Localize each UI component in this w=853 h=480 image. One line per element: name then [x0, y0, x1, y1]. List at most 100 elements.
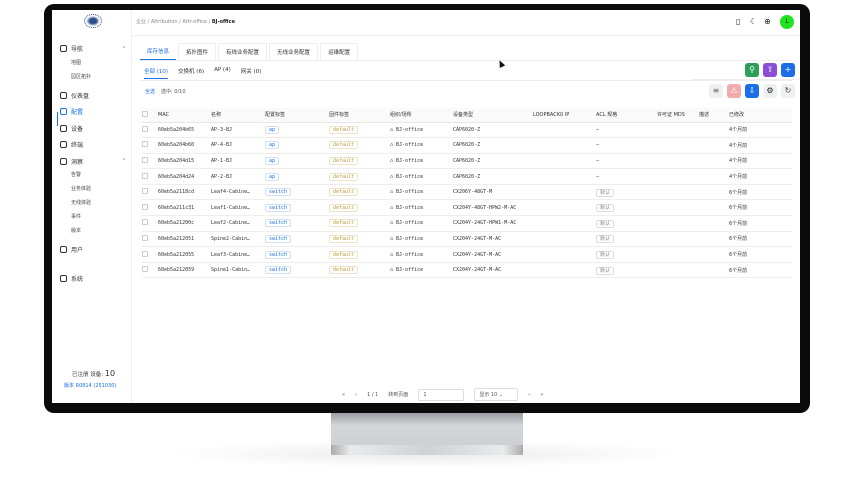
table-row[interactable]: 60eb5a204b60 AP-4-BJ ap default ⌂ BJ-office C… [142, 137, 792, 154]
delete-button[interactable]: ⚠ [727, 84, 741, 98]
sub-tab-3[interactable]: 网关 (0) [241, 67, 262, 79]
row-checkbox[interactable] [142, 188, 148, 195]
row-checkbox[interactable] [142, 125, 148, 132]
sidebar-subitem[interactable]: 版本 [71, 227, 81, 234]
sidebar-subitem[interactable]: 告警 [71, 171, 81, 178]
prev-page-button[interactable]: ‹ [355, 392, 357, 398]
name-cell[interactable]: Leaf4-Cabine… [211, 184, 265, 201]
row-checkbox-cell[interactable] [142, 184, 158, 201]
row-checkbox-cell[interactable] [142, 199, 158, 217]
row-checkbox-cell[interactable] [142, 168, 158, 185]
export-button[interactable]: ⇩ [745, 84, 759, 98]
tab-1[interactable]: 拓扑图件 [178, 43, 217, 60]
table-row[interactable]: 60eb5a204d24 AP-2-BJ ap default ⌂ BJ-office C… [142, 168, 792, 185]
name-cell[interactable]: AP-4-BJ [211, 137, 265, 154]
sub-tab-0[interactable]: 全部 (10) [144, 67, 169, 79]
tab-0[interactable]: 库存信息 [140, 43, 177, 60]
row-checkbox[interactable] [142, 203, 148, 210]
row-checkbox[interactable] [142, 266, 148, 273]
sidebar-subitem[interactable]: 事件 [71, 213, 81, 220]
row-checkbox[interactable] [142, 172, 148, 179]
table-row[interactable]: 60eb5a21200c Leaf2-Cabine… switch default ⌂ … [142, 215, 792, 232]
column-header[interactable]: 设备类型 [453, 108, 533, 123]
sidebar-item-6[interactable]: 用户 [60, 245, 126, 254]
last-page-button[interactable]: » [540, 392, 543, 398]
name-cell[interactable]: AP-3-BJ [211, 122, 265, 139]
select-all-checkbox[interactable] [142, 108, 158, 123]
tab-2[interactable]: 有线业务配置 [218, 43, 268, 60]
table-row[interactable]: 60eb5a2118cd Leaf4-Cabine… switch default ⌂ … [142, 184, 792, 201]
column-header[interactable]: 组织/场所 [390, 108, 453, 123]
sidebar-item-7[interactable]: 系统 [60, 274, 126, 283]
sidebar-subitem[interactable]: 地图 [71, 59, 81, 66]
sidebar-item-2[interactable]: 配置 [60, 107, 126, 116]
sidebar-subitem[interactable]: 无线体验 [71, 199, 91, 206]
table-row[interactable]: 60eb5a212051 Spine2-Cabin… switch default ⌂ … [142, 231, 792, 248]
column-header[interactable]: LOOPBACK0 IP [533, 108, 596, 123]
goto-page-input[interactable]: 1 [418, 388, 465, 401]
add-button[interactable]: + [781, 63, 795, 77]
checkbox[interactable] [142, 110, 148, 117]
breadcrumb-item[interactable]: Attribution [151, 19, 178, 25]
first-page-button[interactable]: « [342, 392, 345, 398]
breadcrumb-item[interactable]: Attr-office [182, 19, 207, 25]
column-header[interactable]: MAC [158, 108, 211, 123]
name-cell[interactable]: Spine1-Cabin… [211, 262, 265, 279]
column-header[interactable]: ACL 规格 [596, 108, 657, 123]
avatar[interactable]: L [780, 15, 794, 29]
row-checkbox-cell[interactable] [142, 246, 158, 263]
next-page-button[interactable]: › [528, 392, 530, 398]
tab-4[interactable]: 运维配置 [320, 43, 359, 60]
moon-icon[interactable]: ☾ [750, 18, 758, 26]
refresh-button[interactable]: ↻ [781, 84, 795, 98]
sub-tab-2[interactable]: AP (4) [214, 67, 231, 79]
column-header[interactable]: 配置标签 [265, 108, 329, 123]
settings-button[interactable]: ⚙ [763, 84, 777, 98]
select-all-link[interactable]: 全选 [145, 89, 155, 95]
page-size-select[interactable]: 显示 10 ⌄ [474, 388, 519, 401]
column-header[interactable]: 描述 [699, 108, 729, 123]
row-checkbox-cell[interactable] [142, 262, 158, 279]
row-checkbox-cell[interactable] [142, 215, 158, 232]
version-link[interactable]: 版本 R0814 (251030) [64, 382, 116, 389]
sidebar-item-5[interactable]: 洞察 ⌃ [60, 157, 126, 166]
name-cell[interactable]: Leaf3-Cabine… [211, 246, 265, 263]
upload-button[interactable]: ⇪ [763, 63, 777, 77]
breadcrumb-item[interactable]: 企业 [136, 19, 146, 25]
sidebar-item-0[interactable]: 导航 ⌃ [60, 44, 126, 53]
row-checkbox[interactable] [142, 156, 148, 163]
row-checkbox[interactable] [142, 250, 148, 257]
name-cell[interactable]: Leaf1-Cabine… [211, 199, 265, 217]
table-row[interactable]: 60eb5a211c31 Leaf1-Cabine… switch default ⌂ … [142, 199, 792, 217]
row-checkbox-cell[interactable] [142, 137, 158, 154]
row-checkbox[interactable] [142, 219, 148, 226]
name-cell[interactable]: Leaf2-Cabine… [211, 215, 265, 232]
name-cell[interactable]: Spine2-Cabin… [211, 231, 265, 248]
name-cell[interactable]: AP-2-BJ [211, 168, 265, 185]
sidebar-item-1[interactable]: 仪表盘 [60, 91, 126, 100]
row-checkbox-cell[interactable] [142, 231, 158, 248]
filter-button[interactable]: ≡ [709, 84, 723, 98]
column-header[interactable]: 名称 [211, 108, 265, 123]
column-header[interactable]: 已修改 [729, 108, 792, 123]
sidebar-item-3[interactable]: 设备 [60, 124, 126, 133]
table-row[interactable]: 60eb5a212059 Spine1-Cabin… switch default ⌂ … [142, 262, 792, 279]
sidebar-subitem[interactable]: 园区拓扑 [71, 73, 91, 80]
sidebar-item-4[interactable]: 终端 [60, 140, 126, 149]
row-checkbox[interactable] [142, 234, 148, 241]
column-header[interactable]: 固件标签 [329, 108, 390, 123]
column-header[interactable]: 许可证 MDS [657, 108, 699, 123]
row-checkbox[interactable] [142, 141, 148, 148]
table-row[interactable]: 60eb5a212055 Leaf3-Cabine… switch default ⌂ … [142, 246, 792, 263]
tab-3[interactable]: 无线业务配置 [269, 43, 319, 60]
row-checkbox-cell[interactable] [142, 153, 158, 170]
table-row[interactable]: 60eb5a204d15 AP-1-BJ ap default ⌂ BJ-office C… [142, 153, 792, 170]
name-cell[interactable]: AP-1-BJ [211, 153, 265, 170]
table-row[interactable]: 60eb5a204b65 AP-3-BJ ap default ⌂ BJ-office C… [142, 122, 792, 139]
row-checkbox-cell[interactable] [142, 122, 158, 139]
globe-icon[interactable]: ⊕ [764, 18, 772, 26]
map-icon[interactable]: ▯ [736, 18, 744, 26]
diagnose-button[interactable]: ⚲ [745, 63, 759, 77]
sidebar-subitem[interactable]: 业务体验 [71, 185, 91, 192]
sub-tab-1[interactable]: 交换机 (6) [178, 67, 204, 79]
